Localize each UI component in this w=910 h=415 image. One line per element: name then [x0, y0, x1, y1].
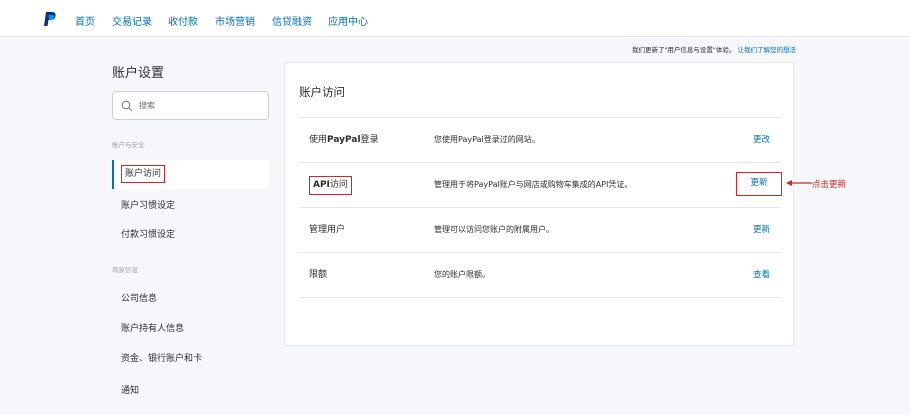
nav-app-center[interactable]: 应用中心 [328, 13, 368, 28]
row-api-access: API访问 管理用于将PayPal账户与网店或购物车集成的API凭证。 [299, 162, 781, 207]
label-suffix: 访问 [329, 180, 348, 190]
row-description: 管理可以访问您账户的附属用户。 [434, 225, 554, 234]
change-link[interactable]: 更改 [753, 118, 770, 162]
sidebar-item-notifications[interactable]: 通知 [112, 377, 269, 406]
account-access-card: 账户访问 使用PayPal登录 您使用PayPal登录过的网站。 更改 API访… [284, 62, 794, 346]
row-label: 限额 [309, 270, 328, 280]
search-input[interactable] [139, 98, 259, 113]
sidebar-title: 账户设置 [112, 66, 165, 81]
top-navigation: 首页 交易记录 收付款 市场营销 信贷融资 应用中心 [0, 0, 910, 37]
row-description: 您使用PayPal登录过的网站。 [434, 135, 540, 144]
nav-financing[interactable]: 信贷融资 [272, 13, 312, 28]
row-description: 您的账户限额。 [434, 270, 490, 279]
row-label: 使用PayPal登录 [309, 118, 379, 162]
sidebar-item-account-preferences[interactable]: 账户习惯设定 [112, 192, 269, 221]
row-limits: 限额 您的账户限额。 查看 [299, 252, 781, 297]
row-paypal-login: 使用PayPal登录 您使用PayPal登录过的网站。 更改 [299, 117, 781, 162]
sidebar-item-funds-bank-cards[interactable]: 资金、银行账户和卡 [112, 345, 269, 374]
api-update-button[interactable]: 更新 [736, 172, 782, 196]
row-divider [299, 297, 781, 298]
sidebar-item-account-access[interactable]: 账户访问 [112, 160, 269, 189]
label-prefix: 使用 [309, 135, 328, 145]
row-description: 管理用于将PayPal账户与网店或购物车集成的API凭证。 [434, 180, 633, 189]
row-manage-users: 管理用户 管理可以访问您账户的附属用户。 更新 [299, 207, 781, 252]
api-label-highlight: API访问 [309, 176, 352, 195]
notice-text: 我们更新了"用户信息与设置"体验。 [631, 46, 736, 54]
search-icon [121, 100, 133, 112]
nav-home[interactable]: 首页 [75, 13, 95, 28]
row-label: API访问 [309, 163, 352, 207]
sidebar-item-company-info[interactable]: 公司信息 [112, 285, 269, 314]
label-bold: API [313, 180, 330, 190]
section-label-account-security: 账户与安全 [112, 141, 145, 149]
row-label: 管理用户 [309, 225, 346, 235]
arrow-left-icon [786, 180, 812, 186]
update-notice: 我们更新了"用户信息与设置"体验。 让我们了解您的想法 [560, 44, 796, 54]
label-bold: PayPal [327, 135, 361, 145]
sidebar-item-payment-preferences[interactable]: 付款习惯设定 [112, 221, 269, 250]
sidebar-item-label: 账户访问 [121, 165, 166, 183]
section-label-business-info: 商家信息 [112, 266, 138, 274]
nav-marketing[interactable]: 市场营销 [215, 13, 255, 28]
sidebar-search [112, 91, 269, 120]
update-users-link[interactable]: 更新 [753, 208, 770, 252]
nav-payments[interactable]: 收付款 [168, 13, 198, 28]
view-limits-link[interactable]: 查看 [753, 253, 770, 297]
page-title: 账户访问 [299, 85, 345, 99]
paypal-logo-icon[interactable] [42, 11, 58, 27]
sidebar-item-account-holder-info[interactable]: 账户持有人信息 [112, 315, 269, 344]
nav-transactions[interactable]: 交易记录 [112, 13, 152, 28]
annotation-callout: 点击更新 [812, 180, 847, 190]
label-suffix: 登录 [360, 135, 379, 145]
feedback-link[interactable]: 让我们了解您的想法 [738, 46, 797, 54]
